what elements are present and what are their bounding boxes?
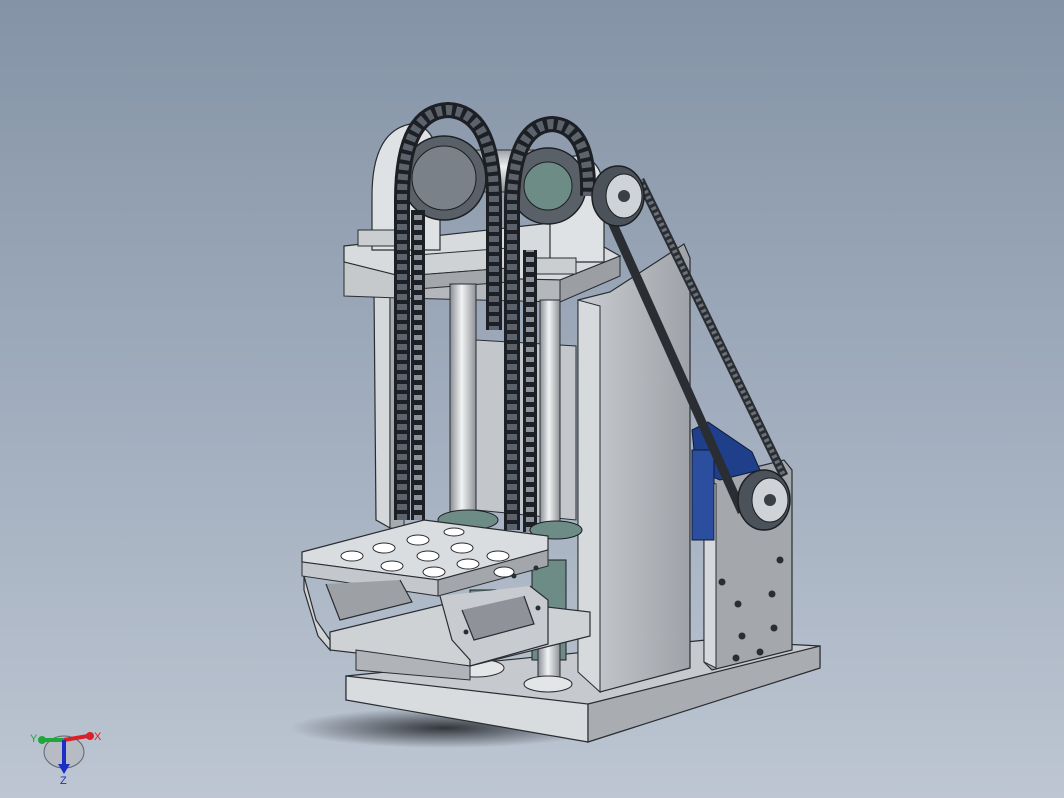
guide-rod-left — [449, 283, 477, 523]
x-axis-tip — [86, 732, 94, 740]
guide-rod-right — [539, 299, 561, 537]
graphics-viewport[interactable]: X Y Z — [0, 0, 1064, 798]
coordinate-triad[interactable]: X Y Z — [24, 722, 114, 786]
pulley-lower — [737, 469, 791, 531]
cad-model-view[interactable] — [0, 0, 1064, 798]
pulley-upper — [591, 165, 645, 227]
triad-z-label: Z — [60, 775, 67, 786]
z-axis-tip — [58, 764, 70, 774]
triad-x-label: X — [94, 731, 102, 743]
frame-column — [577, 243, 691, 694]
triad-y-label: Y — [30, 733, 38, 745]
y-axis-tip — [38, 736, 46, 744]
